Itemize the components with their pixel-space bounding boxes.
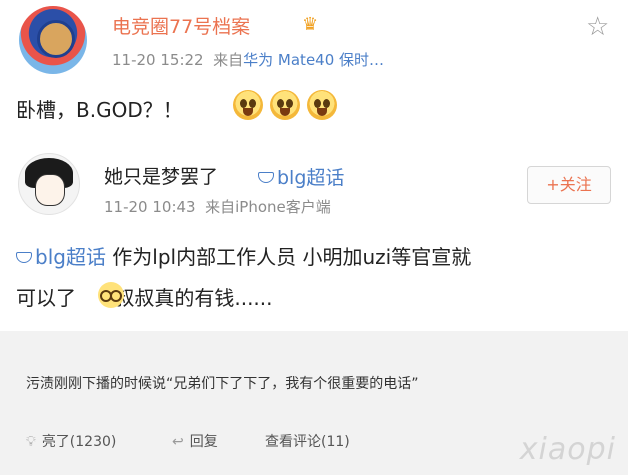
repost-author-name[interactable]: 她只是梦罢了: [104, 162, 218, 189]
shocked-emoji-icon: [270, 90, 300, 120]
like-button[interactable]: 💡︎ 亮了(1230): [26, 431, 116, 451]
source-prefix: 来自: [213, 51, 244, 69]
diamond-icon: [16, 252, 32, 263]
post-meta: 11-20 15:22 来自华为 Mate40 保时…: [112, 49, 384, 70]
shocked-emoji-icon: [307, 90, 337, 120]
repost-time: 11-20 10:43: [104, 198, 196, 216]
post-text: 卧槽，B.GOD？！: [16, 98, 183, 122]
diamond-icon: [258, 172, 274, 183]
reply-button[interactable]: ↩ 回复: [172, 431, 218, 451]
comment-text: 污渍刚刚下播的时候说“兄弟们下了下了，我有个很重要的电话”: [26, 376, 419, 392]
author-name[interactable]: 电竞圈77号档案: [112, 12, 250, 39]
follow-button[interactable]: +关注: [527, 166, 611, 204]
glasses-emoji-icon: [98, 282, 124, 308]
star-icon[interactable]: ☆: [586, 12, 609, 42]
site-watermark: xiaopi: [519, 432, 616, 467]
super-topic-tag[interactable]: blg超话: [258, 163, 344, 190]
repost-source: 来自iPhone客户端: [205, 198, 331, 216]
repost-text-line2: 可以了 叔叔真的有钱......: [16, 286, 273, 310]
lightbulb-icon: 💡︎: [26, 434, 36, 450]
inline-topic-link[interactable]: blg超话: [16, 245, 106, 269]
avatar-character: [37, 20, 75, 58]
crown-icon: ♛: [302, 14, 319, 35]
reply-arrow-icon: ↩: [172, 434, 184, 450]
post-time: 11-20 15:22: [112, 51, 204, 69]
view-comments-button[interactable]: 查看评论(11): [265, 431, 350, 451]
source-device[interactable]: 华为 Mate40 保时…: [243, 51, 384, 69]
repost-text-line1: blg超话 作为lpl内部工作人员 小明加uzi等官宣就: [16, 241, 471, 270]
repost-meta: 11-20 10:43 来自iPhone客户端: [104, 196, 331, 217]
author-avatar[interactable]: [19, 6, 87, 74]
shocked-emoji-icon: [233, 90, 263, 120]
repost-author-avatar[interactable]: [18, 153, 80, 215]
